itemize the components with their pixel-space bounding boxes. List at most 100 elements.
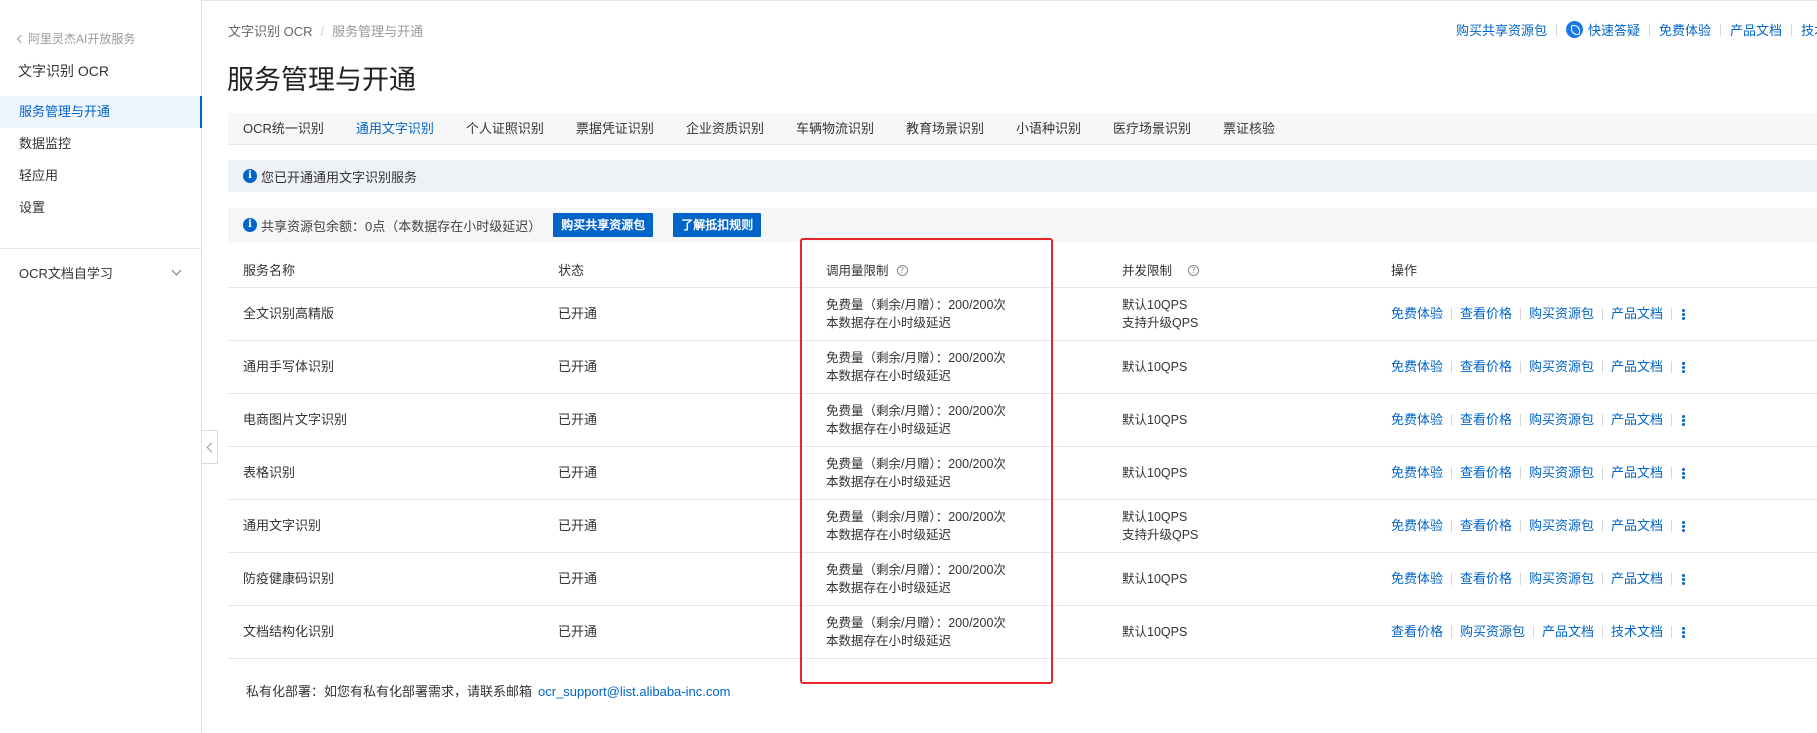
breadcrumb: 文字识别 OCR / 服务管理与开通 bbox=[228, 21, 423, 40]
sidebar-item-settings[interactable]: 设置 bbox=[0, 192, 202, 224]
back-link[interactable]: 阿里灵杰AI开放服务 bbox=[16, 30, 135, 47]
concurrency-default: 默认10QPS bbox=[1122, 510, 1188, 524]
more-actions-icon[interactable] bbox=[1682, 626, 1686, 638]
tab-education[interactable]: 教育场景识别 bbox=[906, 113, 984, 145]
action-divider bbox=[1520, 308, 1522, 320]
row-action-link[interactable]: 免费体验 bbox=[1391, 517, 1443, 535]
row-action-link[interactable]: 查看价格 bbox=[1391, 623, 1443, 641]
row-action-link[interactable]: 查看价格 bbox=[1460, 411, 1512, 429]
concurrency-cell: 默认10QPS bbox=[1122, 606, 1187, 658]
sidebar-item-light-app[interactable]: 轻应用 bbox=[0, 160, 202, 192]
more-actions-icon[interactable] bbox=[1682, 308, 1686, 320]
action-divider bbox=[1602, 414, 1604, 426]
concurrency-cell: 默认10QPS bbox=[1122, 553, 1187, 605]
concurrency-upgrade: 支持升级QPS bbox=[1122, 316, 1199, 330]
row-action-link[interactable]: 产品文档 bbox=[1611, 358, 1663, 376]
info-icon: i bbox=[243, 169, 257, 183]
sidebar-collapse-handle[interactable] bbox=[202, 430, 218, 464]
table-header: 服务名称 状态 调用量限制? 并发限制? 操作 bbox=[228, 254, 1817, 288]
action-divider bbox=[1533, 626, 1535, 638]
service-name: 通用文字识别 bbox=[243, 518, 322, 533]
tab-enterprise[interactable]: 企业资质识别 bbox=[686, 113, 764, 145]
tab-invoice[interactable]: 票据凭证识别 bbox=[576, 113, 654, 145]
action-divider bbox=[1671, 308, 1673, 320]
row-action-link[interactable]: 免费体验 bbox=[1391, 464, 1443, 482]
row-action-link[interactable]: 查看价格 bbox=[1460, 517, 1512, 535]
row-action-link[interactable]: 产品文档 bbox=[1611, 570, 1663, 588]
row-action-link[interactable]: 查看价格 bbox=[1460, 464, 1512, 482]
action-divider bbox=[1520, 467, 1522, 479]
row-action-link[interactable]: 免费体验 bbox=[1391, 570, 1443, 588]
tab-vehicle-logistics[interactable]: 车辆物流识别 bbox=[796, 113, 874, 145]
service-status: 已开通 bbox=[558, 571, 598, 586]
service-table: 服务名称 状态 调用量限制? 并发限制? 操作 全文识别高精版 已开通 免费量（剩余… bbox=[228, 254, 1817, 659]
header-status: 状态 bbox=[558, 262, 585, 278]
row-action-link[interactable]: 查看价格 bbox=[1460, 358, 1512, 376]
buy-shared-pack-button[interactable]: 购买共享资源包 bbox=[553, 213, 654, 237]
table-row: 防疫健康码识别 已开通 免费量（剩余/月赠）：200/200次 本数据存在小时级延迟 默… bbox=[228, 553, 1817, 606]
help-icon[interactable]: ? bbox=[1188, 265, 1200, 276]
row-actions: 免费体验 查看价格 购买资源包 产品文档 bbox=[1391, 394, 1686, 446]
tab-minor-language[interactable]: 小语种识别 bbox=[1016, 113, 1081, 145]
row-action-link[interactable]: 购买资源包 bbox=[1529, 517, 1594, 535]
concurrency-upgrade: 支持升级QPS bbox=[1122, 528, 1199, 542]
row-action-link[interactable]: 购买资源包 bbox=[1529, 358, 1594, 376]
tab-general-text[interactable]: 通用文字识别 bbox=[356, 113, 434, 145]
service-name: 通用手写体识别 bbox=[243, 359, 335, 374]
sidebar-item-data-monitor[interactable]: 数据监控 bbox=[0, 128, 202, 160]
buy-shared-pack-link[interactable]: 购买共享资源包 bbox=[1456, 20, 1547, 39]
tab-verification[interactable]: 票证核验 bbox=[1223, 113, 1275, 145]
more-actions-icon[interactable] bbox=[1682, 361, 1686, 373]
tab-ocr-unified[interactable]: OCR统一识别 bbox=[243, 113, 324, 145]
row-action-link[interactable]: 购买资源包 bbox=[1529, 305, 1594, 323]
action-divider bbox=[1671, 520, 1673, 532]
breadcrumb-root[interactable]: 文字识别 OCR bbox=[228, 24, 313, 39]
quota-free-amount: 免费量（剩余/月赠）：200/200次 bbox=[826, 351, 1006, 365]
row-action-link[interactable]: 技术文档 bbox=[1611, 623, 1663, 641]
row-actions: 免费体验 查看价格 购买资源包 产品文档 bbox=[1391, 341, 1686, 393]
action-divider bbox=[1451, 361, 1453, 373]
info-icon: i bbox=[243, 218, 257, 232]
category-tabs: OCR统一识别 通用文字识别 个人证照识别 票据凭证识别 企业资质识别 车辆物流… bbox=[228, 113, 1817, 145]
row-action-link[interactable]: 产品文档 bbox=[1611, 464, 1663, 482]
row-action-link[interactable]: 购买资源包 bbox=[1529, 464, 1594, 482]
more-actions-icon[interactable] bbox=[1682, 414, 1686, 426]
row-action-link[interactable]: 查看价格 bbox=[1460, 570, 1512, 588]
row-action-link[interactable]: 购买资源包 bbox=[1460, 623, 1525, 641]
row-action-link[interactable]: 免费体验 bbox=[1391, 358, 1443, 376]
row-action-link[interactable]: 产品文档 bbox=[1611, 411, 1663, 429]
row-action-link[interactable]: 产品文档 bbox=[1611, 517, 1663, 535]
quick-answer-link[interactable]: 快速答疑 bbox=[1588, 20, 1640, 39]
quota-delay-note: 本数据存在小时级延迟 bbox=[826, 634, 952, 648]
row-action-link[interactable]: 产品文档 bbox=[1611, 305, 1663, 323]
product-docs-link[interactable]: 产品文档 bbox=[1730, 20, 1782, 39]
private-deployment-note: 私有化部署：如您有私有化部署需求，请联系邮箱 ocr_support@list.a… bbox=[246, 681, 730, 700]
free-trial-link[interactable]: 免费体验 bbox=[1659, 20, 1711, 39]
support-email-link[interactable]: ocr_support@list.alibaba-inc.com bbox=[538, 684, 730, 699]
row-action-link[interactable]: 查看价格 bbox=[1460, 305, 1512, 323]
quota-delay-note: 本数据存在小时级延迟 bbox=[826, 369, 952, 383]
more-actions-icon[interactable] bbox=[1682, 467, 1686, 479]
row-action-link[interactable]: 产品文档 bbox=[1542, 623, 1594, 641]
tab-medical[interactable]: 医疗场景识别 bbox=[1113, 113, 1191, 145]
service-name: 文档结构化识别 bbox=[243, 624, 335, 639]
sidebar: 阿里灵杰AI开放服务 文字识别 OCR 服务管理与开通 数据监控 轻应用 设置 … bbox=[0, 0, 202, 733]
header-service-name: 服务名称 bbox=[243, 262, 296, 278]
sidebar-group-ocr-self-learning[interactable]: OCR文档自学习 bbox=[19, 262, 184, 282]
tech-docs-link[interactable]: 技术文档 bbox=[1801, 20, 1817, 39]
deduction-rules-button[interactable]: 了解抵扣规则 bbox=[673, 213, 762, 237]
row-action-link[interactable]: 免费体验 bbox=[1391, 305, 1443, 323]
concurrency-default: 默认10QPS bbox=[1122, 466, 1188, 480]
quota-cell: 免费量（剩余/月赠）：200/200次 本数据存在小时级延迟 bbox=[826, 341, 1006, 393]
row-action-link[interactable]: 免费体验 bbox=[1391, 411, 1443, 429]
shared-pack-balance-bar: i 共享资源包余额：0点（本数据存在小时级延迟） 购买共享资源包 了解抵扣规则 bbox=[228, 208, 1817, 242]
tab-personal-id[interactable]: 个人证照识别 bbox=[466, 113, 544, 145]
more-actions-icon[interactable] bbox=[1682, 520, 1686, 532]
sidebar-item-service-management[interactable]: 服务管理与开通 bbox=[0, 96, 202, 128]
row-actions: 免费体验 查看价格 购买资源包 产品文档 bbox=[1391, 447, 1686, 499]
row-action-link[interactable]: 购买资源包 bbox=[1529, 570, 1594, 588]
row-action-link[interactable]: 购买资源包 bbox=[1529, 411, 1594, 429]
quota-free-amount: 免费量（剩余/月赠）：200/200次 bbox=[826, 404, 1006, 418]
more-actions-icon[interactable] bbox=[1682, 573, 1686, 585]
help-icon[interactable]: ? bbox=[896, 265, 908, 276]
